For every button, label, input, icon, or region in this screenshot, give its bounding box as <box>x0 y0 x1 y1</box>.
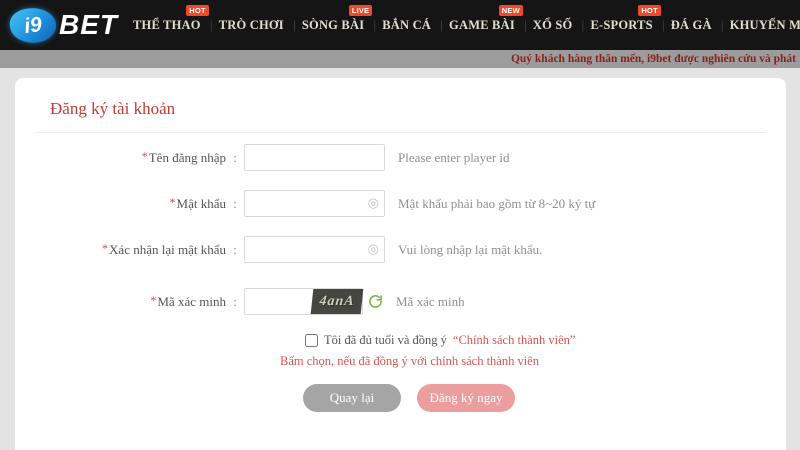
captcha-label: Mã xác minh <box>157 294 226 309</box>
logo-gem-icon: i9 <box>8 4 58 45</box>
nav-item-tro-choi[interactable]: TRÒ CHƠI <box>210 0 293 50</box>
agreement-helper-text: Bấm chọn, nếu đã đồng ý với chính sách t… <box>280 354 786 369</box>
nav-item-ban-ca[interactable]: BẮN CÁ <box>373 0 440 50</box>
submit-button[interactable]: Đăng ký ngay <box>417 384 515 412</box>
announcement-bar: Quý khách hàng thân mến, i9bet được nghi… <box>0 50 800 68</box>
confirm-password-input[interactable] <box>245 237 368 262</box>
nav-item-label: SÒNG BÀI <box>302 18 364 33</box>
agreement-row: Tôi đã đủ tuổi và đồng ý “Chính sách thà… <box>305 333 786 348</box>
nav-item-game-bai[interactable]: GAME BÀI NEW <box>440 0 524 50</box>
confirm-password-label: Xác nhận lại mật khẩu <box>109 242 226 257</box>
refresh-captcha-icon[interactable] <box>368 294 383 309</box>
nav-item-khuyen-mai[interactable]: KHUYẾN MÃI HOT <box>721 0 800 50</box>
required-asterisk: * <box>170 195 176 209</box>
password-label: Mật khẩu <box>177 196 226 211</box>
nav-item-esports[interactable]: E-SPORTS HOT <box>581 0 661 50</box>
back-button[interactable]: Quay lại <box>303 384 401 412</box>
username-label: Tên đăng nhập <box>149 150 226 165</box>
eye-toggle-icon[interactable]: ◎ <box>368 197 379 210</box>
nav-item-song-bai[interactable]: SÒNG BÀI LIVE <box>293 0 373 50</box>
hot-badge: HOT <box>638 5 660 16</box>
form-row-password: *Mật khẩu : ◎ Mật khẩu phải bao gồm từ 8… <box>15 190 786 217</box>
nav-item-label: TRÒ CHƠI <box>219 18 284 33</box>
nav-item-the-thao[interactable]: THỂ THAO HOT <box>124 0 210 50</box>
top-navbar: i9 BET THỂ THAO HOT TRÒ CHƠI SÒNG BÀI LI… <box>0 0 800 50</box>
nav-item-label: XỔ SỐ <box>533 18 573 33</box>
required-asterisk: * <box>150 293 156 307</box>
colon: : <box>226 242 244 258</box>
captcha-image[interactable]: 4anA <box>311 289 364 314</box>
new-badge: NEW <box>499 5 523 16</box>
colon: : <box>226 150 244 166</box>
logo[interactable]: i9 BET <box>10 8 118 43</box>
password-input[interactable] <box>245 191 368 216</box>
confirm-password-hint: Vui lòng nhập lại mật khẩu. <box>398 242 542 258</box>
policy-link[interactable]: “Chính sách thành viên” <box>453 333 576 348</box>
page-title: Đăng ký tài khoản <box>50 99 786 119</box>
agreement-checkbox[interactable] <box>305 334 318 347</box>
logo-i9: i9 <box>23 12 44 38</box>
logo-bet-text: BET <box>59 9 118 41</box>
required-asterisk: * <box>142 149 148 163</box>
nav-item-da-ga[interactable]: ĐÁ GÀ <box>662 0 721 50</box>
announcement-text: Quý khách hàng thân mến, i9bet được nghi… <box>511 53 796 65</box>
username-input[interactable] <box>245 145 384 170</box>
title-divider <box>35 132 766 133</box>
nav-item-xo-so[interactable]: XỔ SỐ <box>524 0 582 50</box>
nav-item-label: E-SPORTS <box>590 18 652 33</box>
colon: : <box>226 294 244 310</box>
hot-badge: HOT <box>186 5 208 16</box>
live-badge: LIVE <box>349 5 372 16</box>
agreement-text: Tôi đã đủ tuổi và đồng ý <box>324 333 447 348</box>
password-hint: Mật khẩu phải bao gồm từ 8~20 ký tự <box>398 196 595 212</box>
form-row-captcha: *Mã xác minh : 4anA Mã xác minh <box>15 288 786 315</box>
form-row-confirm-password: *Xác nhận lại mật khẩu : ◎ Vui lòng nhập… <box>15 236 786 263</box>
nav-item-label: ĐÁ GÀ <box>671 18 712 33</box>
captcha-hint: Mã xác minh <box>396 294 465 310</box>
nav-item-label: GAME BÀI <box>449 18 515 33</box>
username-hint: Please enter player id <box>398 150 510 166</box>
nav-item-label: THỂ THAO <box>133 18 201 33</box>
required-asterisk: * <box>102 241 108 255</box>
nav-item-label: KHUYẾN MÃI <box>730 18 800 33</box>
register-card: Đăng ký tài khoản *Tên đăng nhập : Pleas… <box>15 78 786 450</box>
form-row-username: *Tên đăng nhập : Please enter player id <box>15 144 786 171</box>
colon: : <box>226 196 244 212</box>
eye-toggle-icon[interactable]: ◎ <box>368 243 379 256</box>
button-row: Quay lại Đăng ký ngay <box>303 384 786 412</box>
register-form: *Tên đăng nhập : Please enter player id … <box>15 144 786 315</box>
main-menu: THỂ THAO HOT TRÒ CHƠI SÒNG BÀI LIVE BẮN … <box>124 0 800 50</box>
nav-item-label: BẮN CÁ <box>382 18 431 33</box>
